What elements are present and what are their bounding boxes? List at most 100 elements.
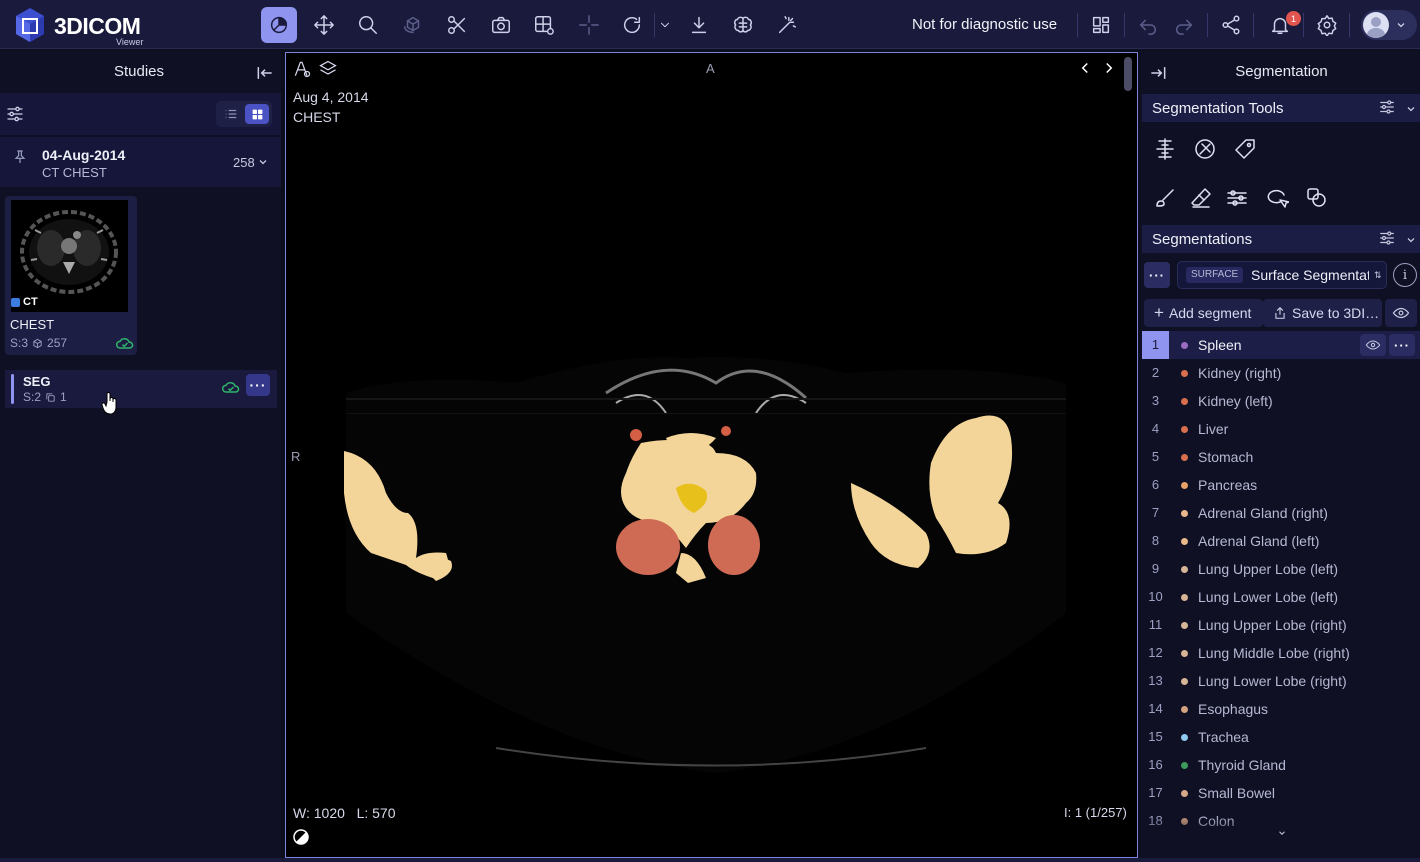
segment-more-button[interactable]: ··· [1389, 334, 1415, 356]
undo-button[interactable] [1130, 7, 1166, 43]
expand-study-button[interactable] [257, 156, 269, 168]
segment-color-dot[interactable] [1181, 706, 1188, 713]
segment-row[interactable]: 15 Trachea [1142, 723, 1420, 751]
segment-row[interactable]: 2 Kidney (right) [1142, 359, 1420, 387]
cloud-synced-icon [221, 380, 241, 394]
segment-row[interactable]: 11 Lung Upper Lobe (right) [1142, 611, 1420, 639]
segment-color-dot[interactable] [1181, 426, 1188, 433]
cut-tool-button[interactable] [439, 7, 475, 43]
contrast-icon[interactable] [293, 829, 309, 845]
section-collapse-button[interactable] [1405, 103, 1417, 115]
segment-row[interactable]: 10 Lung Lower Lobe (left) [1142, 583, 1420, 611]
pin-icon[interactable] [12, 149, 28, 165]
screenshot-button[interactable] [483, 7, 519, 43]
settings-button[interactable] [1309, 7, 1345, 43]
segment-color-dot[interactable] [1181, 510, 1188, 517]
segment-color-dot[interactable] [1181, 678, 1188, 685]
segment-color-dot[interactable] [1181, 734, 1188, 741]
grid-view-button[interactable] [245, 104, 269, 124]
section-collapse-button[interactable] [1405, 234, 1417, 246]
filter-button[interactable] [5, 104, 25, 124]
segment-color-dot[interactable] [1181, 370, 1188, 377]
segment-row[interactable]: 7 Adrenal Gland (right) [1142, 499, 1420, 527]
add-segment-button[interactable]: + Add segment [1144, 299, 1263, 327]
segment-row[interactable]: 1 Spleen ··· [1142, 331, 1420, 359]
collapse-panel-button[interactable] [255, 63, 275, 83]
add-segment-label: Add segment [1168, 305, 1252, 321]
info-button[interactable]: i [1393, 263, 1417, 287]
segment-color-dot[interactable] [1181, 538, 1188, 545]
shape-tool-button[interactable] [1305, 186, 1331, 212]
segment-visibility-button[interactable] [1360, 334, 1386, 356]
layers-icon[interactable] [318, 59, 338, 79]
sphere-tool-button[interactable] [1193, 137, 1219, 163]
adjust-tool-button[interactable] [1225, 186, 1251, 212]
segment-color-dot[interactable] [1181, 482, 1188, 489]
section-settings-button[interactable] [1378, 229, 1398, 249]
segment-color-dot[interactable] [1181, 594, 1188, 601]
segmentation-options-button[interactable]: ··· [1144, 262, 1170, 288]
segment-color-dot[interactable] [1181, 454, 1188, 461]
eraser-tool-button[interactable] [1189, 186, 1215, 212]
segment-color-dot[interactable] [1181, 762, 1188, 769]
segment-row[interactable]: 9 Lung Upper Lobe (left) [1142, 555, 1420, 583]
segment-row[interactable]: 4 Liver [1142, 415, 1420, 443]
segment-row[interactable]: 17 Small Bowel [1142, 779, 1420, 807]
layout-settings-button[interactable] [526, 7, 562, 43]
segment-color-dot[interactable] [1181, 622, 1188, 629]
segmentations-header[interactable]: Segmentations [1142, 225, 1420, 253]
annotation-toggle-icon[interactable] [292, 59, 312, 79]
chevron-left-icon[interactable] [1076, 59, 1094, 77]
segment-row[interactable]: 8 Adrenal Gland (left) [1142, 527, 1420, 555]
segment-row[interactable]: 5 Stomach [1142, 443, 1420, 471]
brush-tool-button[interactable] [1153, 186, 1179, 212]
rotate-3d-tool-button[interactable] [395, 7, 431, 43]
zoom-tool-button[interactable] [350, 7, 386, 43]
brain-tool-button[interactable] [725, 7, 761, 43]
reset-options-chevron[interactable] [655, 7, 675, 43]
segment-color-dot[interactable] [1181, 566, 1188, 573]
seg-more-button[interactable]: ··· [246, 374, 270, 396]
auto-segment-button[interactable] [769, 7, 805, 43]
list-view-button[interactable] [219, 104, 243, 124]
crosshair-tool-button[interactable] [571, 7, 607, 43]
app-logo[interactable]: 3DICOM Viewer [12, 6, 152, 47]
section-settings-button[interactable] [1378, 98, 1398, 118]
redo-button[interactable] [1166, 7, 1202, 43]
reset-button[interactable] [614, 7, 650, 43]
segment-color-dot[interactable] [1181, 790, 1188, 797]
toggle-visibility-button[interactable] [1385, 299, 1417, 327]
series-card-ct[interactable]: CT CHEST S:3 257 [5, 196, 137, 355]
segment-row[interactable]: 6 Pancreas [1142, 471, 1420, 499]
threshold-tool-button[interactable] [1153, 137, 1179, 163]
slice-scrollbar[interactable] [1124, 57, 1132, 91]
segment-color-dot[interactable] [1181, 650, 1188, 657]
save-to-3dicom-button[interactable]: Save to 3DICOM [1263, 299, 1382, 327]
segment-row[interactable]: 13 Lung Lower Lobe (right) [1142, 667, 1420, 695]
segment-color-dot[interactable] [1181, 398, 1188, 405]
segment-number: 7 [1151, 505, 1160, 520]
lasso-tool-button[interactable] [1265, 186, 1291, 212]
chevron-right-icon[interactable] [1100, 59, 1118, 77]
study-header[interactable]: 04-Aug-2014 CT CHEST 258 [0, 137, 281, 187]
contrast-tool-button[interactable] [261, 7, 297, 43]
series-row-seg[interactable]: SEG S:2 1 ··· [5, 370, 277, 408]
segment-row[interactable]: 14 Esophagus [1142, 695, 1420, 723]
pan-tool-button[interactable] [306, 7, 342, 43]
label-tool-button[interactable] [1233, 137, 1259, 163]
segment-color-dot[interactable] [1181, 342, 1188, 349]
segment-row[interactable]: 3 Kidney (left) [1142, 387, 1420, 415]
segment-label: Esophagus [1198, 701, 1269, 717]
share-button[interactable] [1213, 7, 1249, 43]
sliders-icon [1227, 190, 1247, 206]
segment-row[interactable]: 16 Thyroid Gland [1142, 751, 1420, 779]
segment-row[interactable]: 12 Lung Middle Lobe (right) [1142, 639, 1420, 667]
download-button[interactable] [681, 7, 717, 43]
segmentation-select[interactable]: SURFACE Surface Segmentation ⇅ [1177, 261, 1387, 289]
user-menu[interactable] [1361, 10, 1417, 40]
layout-button[interactable] [1083, 7, 1119, 43]
image-viewport[interactable]: Aug 4, 2014 CHEST A R W: 1020 L: 570 I: … [285, 52, 1138, 858]
scroll-down-button[interactable] [1276, 826, 1288, 836]
toolbar-divider [1207, 13, 1208, 37]
segmentation-tools-header[interactable]: Segmentation Tools [1142, 94, 1420, 122]
